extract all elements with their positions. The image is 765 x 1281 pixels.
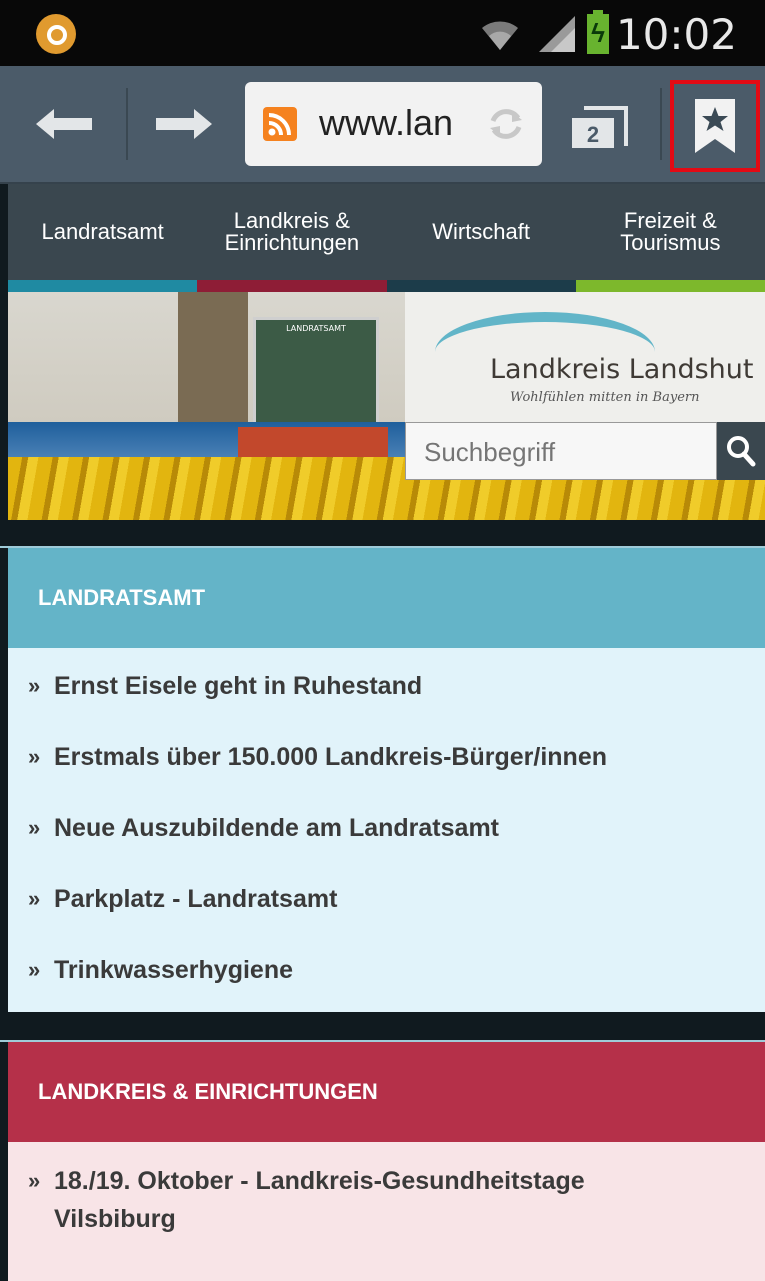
toolbar-separator — [660, 88, 662, 160]
nav-stripe — [575, 280, 765, 292]
nav-stripe — [8, 280, 198, 292]
nav-color-stripes — [8, 280, 765, 292]
logo-title: Landkreis Landshut — [490, 354, 754, 385]
nav-item-label: Landratsamt — [41, 219, 164, 244]
back-button[interactable] — [14, 66, 114, 182]
search-input[interactable] — [422, 433, 706, 471]
back-arrow-icon — [36, 109, 92, 139]
nav-stripe — [197, 280, 387, 292]
search-button[interactable] — [717, 422, 765, 480]
nav-item-wirtschaft[interactable]: Wirtschaft — [387, 184, 576, 280]
bullet: » — [28, 744, 41, 769]
news-list: » 18./19. Oktober - Landkreis-Gesundheits… — [8, 1142, 765, 1238]
list-item-link[interactable]: Trinkwasserhygiene — [54, 956, 293, 984]
address-bar[interactable]: www.lan — [245, 82, 542, 166]
header-banner: LANDRATSAMT Landkreis Landshut Wohlfühle… — [8, 292, 765, 520]
door-sign: LANDRATSAMT — [286, 324, 346, 333]
bullet: » — [28, 1168, 41, 1193]
section-header-landkreis[interactable]: LANDKREIS & EINRICHTUNGEN — [8, 1042, 765, 1142]
section-body-landratsamt: » Ernst Eisele geht in Ruhestand » Erstmal… — [8, 648, 765, 1012]
entrance-photo: LANDRATSAMT — [253, 317, 379, 428]
news-list: » Ernst Eisele geht in Ruhestand » Erstmal… — [8, 648, 765, 1005]
reload-icon[interactable] — [486, 104, 526, 144]
list-item[interactable]: » Neue Auszubildende am Landratsamt — [8, 792, 765, 863]
search-icon — [727, 436, 756, 467]
nav-stripe — [386, 280, 576, 292]
forward-arrow-icon — [156, 109, 212, 139]
status-bar: ϟ 10:02 — [0, 0, 765, 66]
bullet: » — [28, 815, 41, 840]
bullet: » — [28, 886, 41, 911]
nav-item-freizeit[interactable]: Freizeit & Tourismus — [576, 184, 765, 280]
section-title: LANDKREIS & EINRICHTUNGEN — [38, 1079, 378, 1104]
tree-photo — [178, 292, 248, 422]
tabs-icon: 2 — [572, 106, 628, 148]
nav-item-landkreis[interactable]: Landkreis & Einrichtungen — [197, 184, 386, 280]
search-box[interactable] — [405, 422, 717, 480]
list-item-link[interactable]: Neue Auszubildende am Landratsamt — [54, 814, 499, 842]
logo[interactable]: Landkreis Landshut Wohlfühlen mitten in … — [405, 292, 765, 422]
toolbar-separator — [126, 88, 128, 160]
tabs-button[interactable]: 2 — [570, 106, 630, 155]
clock: 10:02 — [615, 10, 737, 59]
bullet: » — [28, 957, 41, 982]
rss-icon — [263, 107, 297, 141]
list-item-link[interactable]: 18./19. Oktober - Landkreis-Gesundheitst… — [54, 1167, 585, 1233]
url-text[interactable]: www.lan — [319, 102, 453, 144]
nav-item-landratsamt[interactable]: Landratsamt — [8, 184, 197, 280]
section-body-landkreis: » 18./19. Oktober - Landkreis-Gesundheits… — [8, 1142, 765, 1281]
list-item-link[interactable]: Ernst Eisele geht in Ruhestand — [54, 672, 422, 700]
bookmark-button[interactable] — [670, 80, 760, 172]
section-header-landratsamt[interactable]: LANDRATSAMT — [8, 548, 765, 648]
list-item-link[interactable]: Erstmals über 150.000 Landkreis-Bürger/i… — [54, 743, 607, 771]
list-item[interactable]: » Trinkwasserhygiene — [8, 934, 765, 1005]
battery-charging-icon: ϟ — [587, 10, 609, 54]
nav-item-label: Freizeit & Tourismus — [620, 208, 721, 255]
bullet: » — [28, 673, 41, 698]
forward-button[interactable] — [134, 66, 234, 182]
list-item[interactable]: » Erstmals über 150.000 Landkreis-Bürger/… — [8, 721, 765, 792]
list-item[interactable]: » Parkplatz - Landratsamt — [8, 863, 765, 934]
logo-subtitle: Wohlfühlen mitten in Bayern — [510, 390, 700, 405]
notification-app-icon — [36, 14, 76, 54]
nav-item-label: Landkreis & Einrichtungen — [224, 208, 360, 255]
wifi-icon — [482, 21, 518, 50]
bookmark-star-icon — [695, 99, 735, 153]
site-nav: Landratsamt Landkreis & Einrichtungen Wi… — [8, 184, 765, 280]
browser-toolbar: www.lan 2 — [0, 66, 765, 184]
svg-text:2: 2 — [587, 122, 599, 147]
list-item[interactable]: » Ernst Eisele geht in Ruhestand — [8, 650, 765, 721]
list-item[interactable]: » 18./19. Oktober - Landkreis-Gesundheits… — [8, 1162, 694, 1238]
nav-item-label: Wirtschaft — [432, 219, 531, 244]
list-item-link[interactable]: Parkplatz - Landratsamt — [54, 885, 337, 913]
signal-icon — [539, 16, 575, 52]
section-title: LANDRATSAMT — [38, 585, 206, 610]
